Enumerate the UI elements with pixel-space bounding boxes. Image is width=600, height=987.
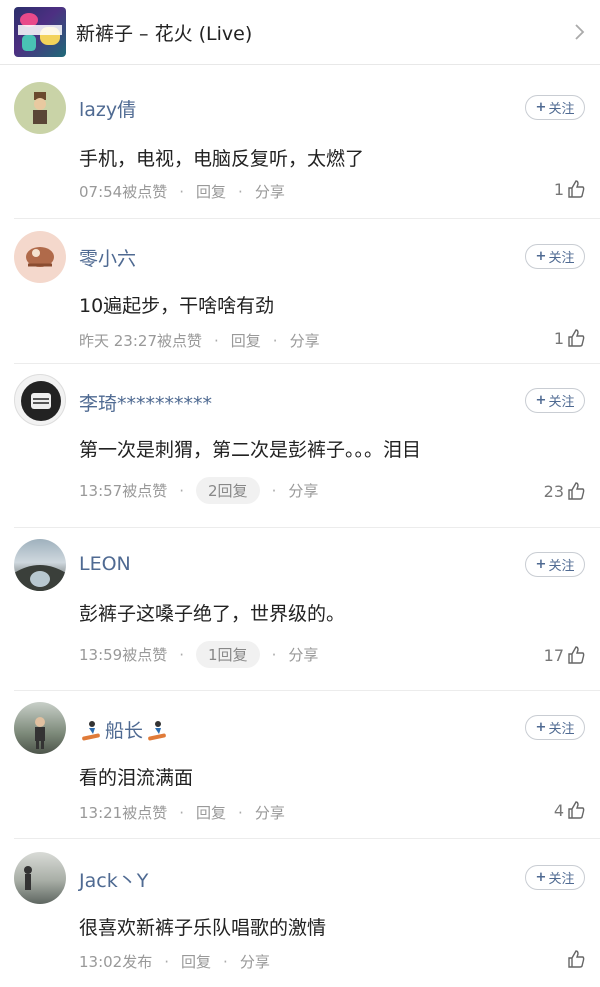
comment-item: 李琦********** + 关注 第一次是刺猬，第二次是彭裤子。。。泪目 13:… [0,364,600,528]
reply-button[interactable]: 回复 [196,802,226,823]
follow-button[interactable]: + 关注 [525,715,585,740]
like-count: 4 [553,800,564,820]
snowboarder-icon [82,720,100,740]
comment-text: 看的泪流满面 [79,767,194,789]
reply-button[interactable]: 2回复 [196,477,260,504]
timestamp: 07:54被点赞 [79,183,168,201]
share-button[interactable]: 分享 [240,951,270,972]
comment-text: 彭裤子这嗓子绝了，世界级的。 [79,603,346,625]
comment-meta: 13:59被点赞 · 1回复 · 分享 [79,641,318,668]
like-count: 17 [543,645,564,665]
thumbs-up-icon [568,180,585,198]
thumbs-up-icon [568,329,585,347]
thumbs-up-icon [568,646,585,664]
username-row[interactable]: 船长 [79,716,169,743]
username[interactable]: LEON [79,553,131,575]
like-button[interactable]: 1 [554,328,586,348]
timestamp: 13:57被点赞 [79,482,168,500]
comment-item: 零小六 + 关注 10遍起步，干啥啥有劲 昨天 23:27被点赞 · 回复 · 分… [0,219,600,364]
share-button[interactable]: 分享 [288,644,318,665]
reply-button[interactable]: 回复 [181,951,211,972]
follow-button[interactable]: + 关注 [525,95,585,120]
comment-meta: 13:21被点赞 · 回复 · 分享 [79,802,285,823]
follow-button[interactable]: + 关注 [525,552,585,577]
share-button[interactable]: 分享 [255,181,285,202]
comment-meta: 昨天 23:27被点赞 · 回复 · 分享 [79,330,320,351]
username[interactable]: 李琦********** [79,389,212,416]
like-count: 1 [553,328,564,348]
follow-button[interactable]: + 关注 [525,865,585,890]
like-button[interactable]: 17 [544,645,586,665]
comment-item: lazy倩 + 关注 手机，电视，电脑反复听，太燃了 07:54被点赞 · 回复 … [0,64,600,219]
snowboarder-icon [148,720,166,740]
share-button[interactable]: 分享 [255,802,285,823]
avatar[interactable] [14,82,66,134]
like-button[interactable] [564,949,586,969]
like-button[interactable]: 1 [554,179,586,199]
thumbs-up-icon [568,482,585,500]
comment-meta: 13:02发布 · 回复 · 分享 [79,951,270,972]
comment-item: LEON + 关注 彭裤子这嗓子绝了，世界级的。 13:59被点赞 · 1回复 ·… [0,528,600,691]
timestamp: 昨天 23:27被点赞 [79,332,202,350]
like-button[interactable]: 23 [544,481,586,501]
comment-text: 手机，电视，电脑反复听，太燃了 [79,148,365,170]
share-button[interactable]: 分享 [288,480,318,501]
reply-button[interactable]: 1回复 [196,641,260,668]
like-count: 23 [543,481,564,501]
username[interactable]: 零小六 [79,244,136,271]
comment-meta: 07:54被点赞 · 回复 · 分享 [79,181,285,202]
reply-button[interactable]: 回复 [196,181,226,202]
username[interactable]: Jack丶Y [79,866,148,893]
avatar[interactable] [14,539,66,591]
username[interactable]: lazy倩 [79,95,136,122]
song-title: 新裤子 – 花火 (Live) [76,23,253,45]
comment-text: 很喜欢新裤子乐队唱歌的激情 [79,917,327,939]
like-count: 1 [553,179,564,199]
follow-button[interactable]: + 关注 [525,244,585,269]
like-button[interactable]: 4 [554,800,586,820]
follow-button[interactable]: + 关注 [525,388,585,413]
avatar[interactable] [14,374,66,426]
avatar[interactable] [14,852,66,904]
timestamp: 13:59被点赞 [79,646,168,664]
song-header[interactable]: 新裤子 – 花火 (Live) [0,0,600,65]
avatar[interactable] [14,702,66,754]
comment-item: Jack丶Y + 关注 很喜欢新裤子乐队唱歌的激情 13:02发布 · 回复 · … [0,839,600,987]
timestamp: 13:21被点赞 [79,804,168,822]
comment-item: 船长 + 关注 看的泪流满面 13:21被点赞 · 回复 · 分享 4 [0,691,600,839]
share-button[interactable]: 分享 [290,330,320,351]
comment-meta: 13:57被点赞 · 2回复 · 分享 [79,477,318,504]
chevron-right-icon[interactable] [572,20,588,44]
comment-text: 第一次是刺猬，第二次是彭裤子。。。泪目 [79,439,422,461]
username: 船长 [105,720,144,742]
comment-text: 10遍起步，干啥啥有劲 [79,295,275,317]
album-cover [14,7,66,57]
timestamp: 13:02发布 [79,953,153,971]
avatar[interactable] [14,231,66,283]
reply-button[interactable]: 回复 [231,330,261,351]
thumbs-up-icon [568,950,585,968]
thumbs-up-icon [568,801,585,819]
